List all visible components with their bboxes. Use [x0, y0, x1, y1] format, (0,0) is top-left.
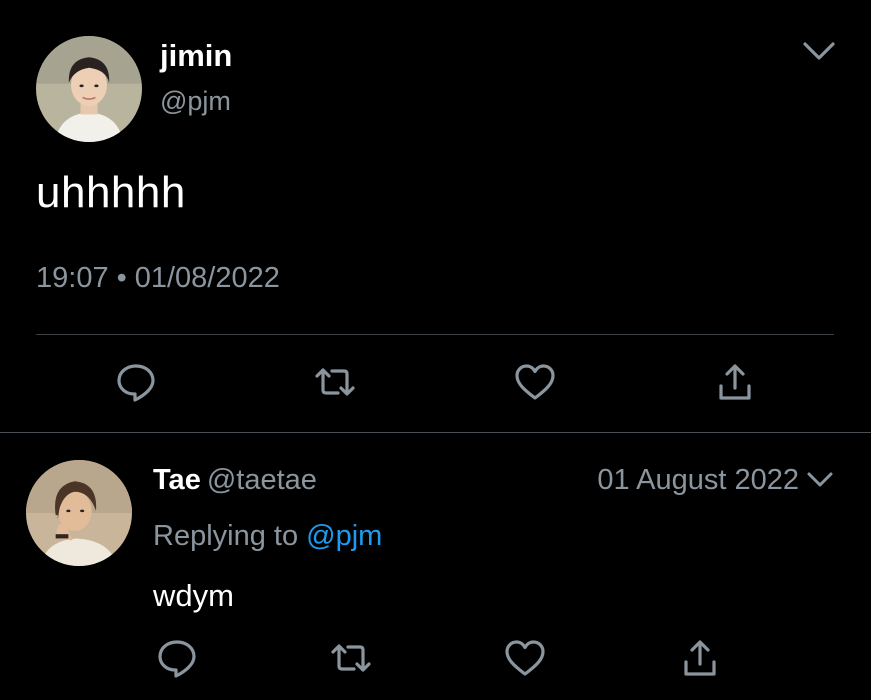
- main-retweet-icon[interactable]: [313, 360, 357, 404]
- main-reply-icon[interactable]: [114, 360, 158, 404]
- replying-to-label: Replying to: [153, 520, 299, 552]
- main-tweet-handle[interactable]: @pjm: [160, 86, 231, 117]
- avatar-jimin-image: [36, 36, 142, 142]
- thread-divider: [0, 432, 871, 433]
- main-share-icon[interactable]: [713, 360, 757, 404]
- replying-to-mention-link[interactable]: @pjm: [306, 520, 382, 552]
- main-tweet-divider: [36, 334, 834, 335]
- reply-like-icon[interactable]: [503, 636, 547, 680]
- reply-tweet-text: wdym: [153, 578, 234, 613]
- main-tweet-text: uhhhhh: [36, 168, 186, 217]
- main-tweet-display-name[interactable]: jimin: [160, 38, 232, 74]
- avatar-jimin[interactable]: [36, 36, 142, 142]
- reply-retweet-icon[interactable]: [329, 636, 373, 680]
- main-like-icon[interactable]: [513, 360, 557, 404]
- replying-to-line: Replying to @pjm: [153, 520, 382, 553]
- avatar-tae-image: [26, 460, 132, 566]
- main-tweet-date: 01/08/2022: [134, 262, 280, 294]
- main-tweet-time: 19:07: [36, 262, 109, 294]
- reply-tweet-header: Tae @taetae: [153, 464, 317, 497]
- timestamp-separator: •: [116, 262, 127, 294]
- reply-share-icon[interactable]: [678, 636, 722, 680]
- avatar-tae[interactable]: [26, 460, 132, 566]
- reply-tweet-display-name[interactable]: Tae: [153, 464, 201, 496]
- main-tweet-menu-chevron-down-icon[interactable]: [802, 40, 836, 64]
- tweet-thread: jimin @pjm uhhhhh 19:07 • 01/08/2022 Tae…: [0, 0, 871, 700]
- reply-reply-icon[interactable]: [155, 636, 199, 680]
- reply-tweet-menu-chevron-down-icon[interactable]: [806, 470, 834, 490]
- main-tweet-timestamp[interactable]: 19:07 • 01/08/2022: [36, 262, 280, 295]
- reply-tweet-date[interactable]: 01 August 2022: [597, 464, 799, 497]
- reply-tweet-handle[interactable]: @taetae: [207, 464, 317, 496]
